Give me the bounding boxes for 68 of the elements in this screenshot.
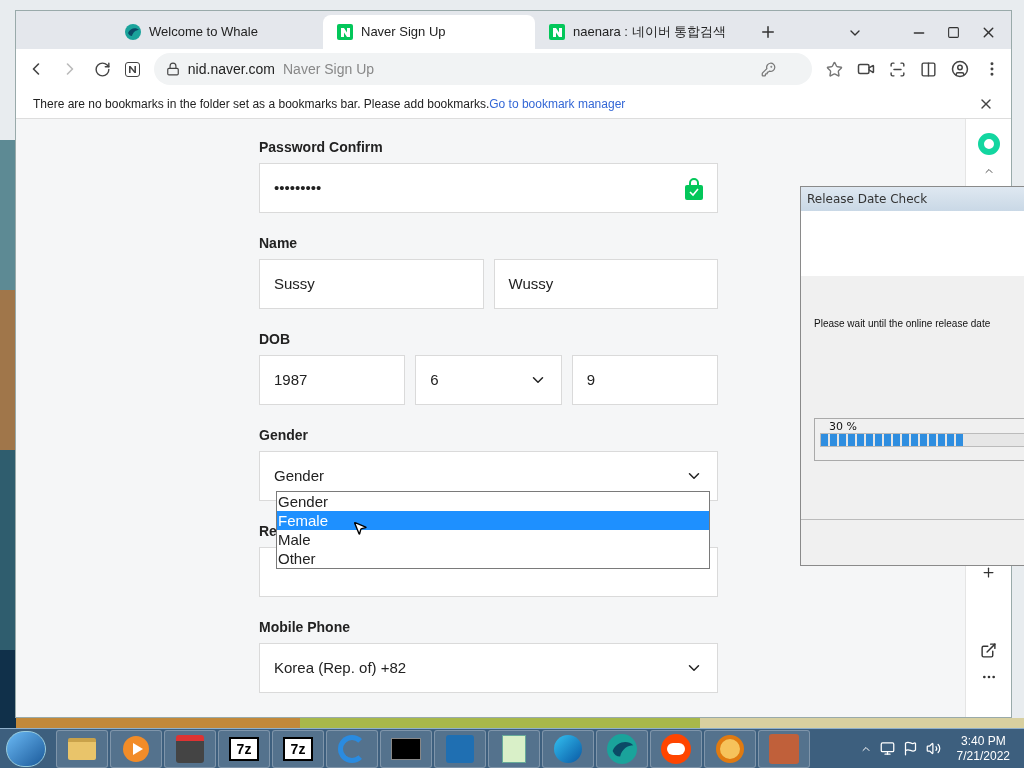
maximize-icon[interactable] (947, 26, 960, 39)
field-label: Gender (259, 427, 308, 443)
taskbar-button[interactable] (704, 729, 756, 768)
dropdown-field[interactable]: 6 (415, 355, 562, 405)
volume-icon[interactable] (925, 741, 941, 756)
address-bar[interactable]: nid.naver.com Naver Sign Up (153, 53, 813, 85)
input-field[interactable]: Sussy (259, 259, 484, 309)
taskbar-button[interactable] (164, 729, 216, 768)
dropdown-option[interactable]: Other (277, 549, 709, 568)
dialog-title: Release Date Check (807, 191, 928, 208)
play-icon (123, 735, 149, 762)
taskbar-button[interactable]: 7z (218, 729, 270, 768)
edge-logo-icon (554, 734, 582, 763)
dropdown-option[interactable]: Male (277, 530, 709, 549)
field-label: Name (259, 235, 298, 251)
archive-app-icon: 7z (229, 736, 259, 761)
input-field[interactable]: 9 (571, 355, 718, 405)
taskbar-button[interactable] (380, 729, 432, 768)
browser-tab[interactable]: Welcome to Whale (111, 15, 323, 49)
folder-icon (68, 737, 96, 760)
bookmark-manager-link[interactable]: Go to bookmark manager (489, 94, 626, 113)
lock-icon (165, 62, 180, 76)
field-label: DOB (259, 331, 291, 347)
reload-icon[interactable] (93, 60, 111, 78)
dialog-message: Please wait until the online release date (814, 317, 992, 331)
archive-app-icon: 7z (283, 736, 313, 761)
notepad-icon (502, 734, 526, 763)
password-field[interactable]: ••••••••• (259, 163, 718, 213)
split-view-icon[interactable] (920, 60, 938, 78)
key-icon[interactable] (761, 61, 777, 77)
profile-icon[interactable] (951, 60, 970, 78)
new-tab-icon[interactable] (759, 23, 777, 41)
dropdown-field[interactable]: Korea (Rep. of) +82 (259, 643, 718, 693)
taskbar-button[interactable] (596, 729, 648, 768)
terminal-icon (391, 737, 421, 760)
whale-logo-icon (607, 733, 637, 764)
naver-logo-icon (549, 24, 565, 40)
input-field[interactable]: Wussy (493, 259, 718, 309)
bookmark-star-icon[interactable] (826, 60, 844, 78)
avatar-icon (769, 733, 799, 764)
url-domain: nid.naver.com (187, 59, 275, 79)
browser-tab[interactable]: Naver Sign Up (323, 15, 535, 49)
field-label: Mobile Phone (259, 619, 350, 635)
app-icon (176, 734, 204, 763)
action-center-icon[interactable] (902, 741, 918, 756)
start-button[interactable] (6, 730, 46, 767)
naver-logo-icon (337, 24, 353, 40)
taskbar-button[interactable]: 7z (272, 729, 324, 768)
field-label: Password Confirm (259, 139, 383, 155)
taskbar-button[interactable] (110, 729, 162, 768)
browser-tab[interactable]: naenara : 네이버 통합검색 (535, 15, 747, 49)
input-field[interactable]: 1987 (259, 355, 406, 405)
field-label: Re (259, 523, 277, 539)
taskbar-button[interactable] (650, 729, 702, 768)
taskbar-button[interactable] (56, 729, 108, 768)
clock[interactable]: 3:40 PM 7/21/2022 (956, 733, 1010, 764)
external-link-icon[interactable] (980, 642, 997, 659)
capture-icon[interactable] (889, 60, 907, 78)
page-title: Naver Sign Up (283, 59, 375, 79)
bookmarks-bar-message: There are no bookmarks in the folder set as a bookmarks bar. Please add bookmarks. (33, 95, 490, 113)
add-icon[interactable] (981, 565, 996, 580)
network-icon[interactable] (879, 741, 895, 756)
progress-reading: 30 % (829, 420, 858, 433)
target-icon (716, 734, 744, 763)
naver-home-icon[interactable] (124, 61, 140, 77)
taskbar-button[interactable] (488, 729, 540, 768)
mouse-pointer-icon (352, 520, 368, 536)
whale-logo-icon (125, 24, 141, 40)
